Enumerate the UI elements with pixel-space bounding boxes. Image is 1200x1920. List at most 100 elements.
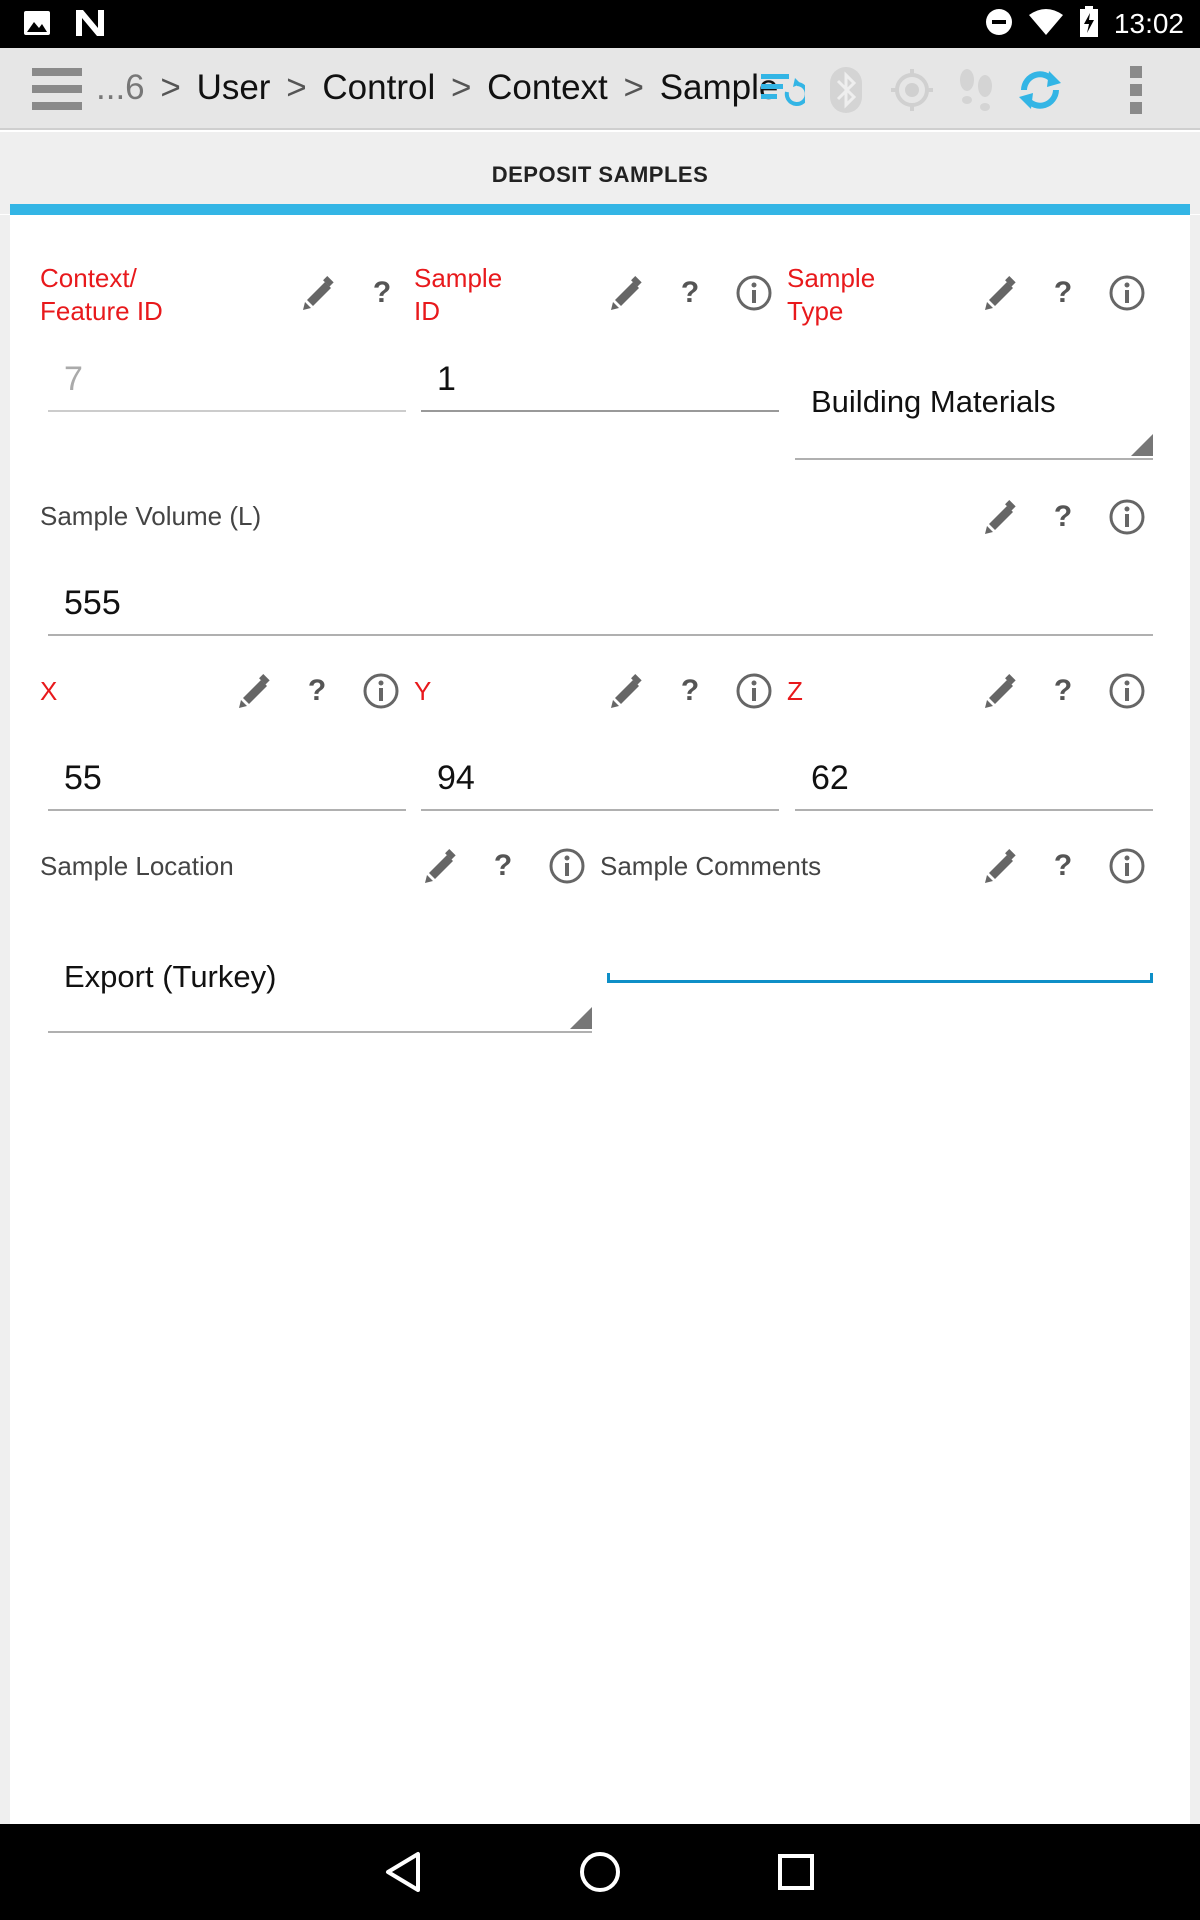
image-notification-icon	[22, 8, 52, 42]
field-underline	[48, 634, 1153, 636]
help-icon[interactable]: ?	[362, 273, 402, 313]
battery-charging-icon	[1078, 6, 1100, 42]
edit-pencil-icon[interactable]	[980, 671, 1020, 711]
sample-id-value: 1	[437, 360, 456, 398]
context-id-label-line1: Context/	[40, 263, 137, 293]
breadcrumb-separator: >	[160, 68, 181, 107]
breadcrumb-ellipsis[interactable]: ...6	[96, 68, 145, 107]
field-underline	[421, 809, 779, 811]
sample-id-label: Sample ID	[414, 262, 502, 328]
field-underline	[48, 410, 406, 412]
sample-id-label-line2: ID	[414, 296, 440, 326]
z-field[interactable]: 62	[795, 755, 1153, 811]
info-icon[interactable]	[734, 273, 774, 313]
field-underline	[48, 809, 406, 811]
info-icon[interactable]	[1107, 846, 1147, 886]
sample-id-field[interactable]: 1	[421, 356, 779, 412]
status-bar: 13:02	[0, 0, 1200, 48]
breadcrumb-separator: >	[286, 68, 307, 107]
footsteps-icon[interactable]	[948, 62, 1004, 118]
breadcrumb-separator: >	[623, 68, 644, 107]
context-id-field[interactable]: 7	[48, 356, 406, 412]
x-field[interactable]: 55	[48, 755, 406, 811]
bluetooth-icon[interactable]	[818, 62, 874, 118]
panel-edge-left	[0, 215, 10, 1825]
menu-icon[interactable]	[32, 68, 82, 110]
sample-comments-label: Sample Comments	[600, 851, 822, 881]
help-icon[interactable]: ?	[1043, 497, 1083, 537]
sample-type-dropdown[interactable]: Building Materials	[795, 380, 1153, 460]
info-icon[interactable]	[1107, 273, 1147, 313]
y-field[interactable]: 94	[421, 755, 779, 811]
clock: 13:02	[1113, 8, 1184, 39]
sample-type-value: Building Materials	[811, 384, 1056, 419]
info-icon[interactable]	[1107, 671, 1147, 711]
help-icon[interactable]: ?	[670, 671, 710, 711]
refresh-icon[interactable]	[1012, 62, 1068, 118]
edit-pencil-icon[interactable]	[980, 273, 1020, 313]
wifi-icon	[1028, 7, 1064, 41]
context-id-value: 7	[64, 360, 83, 398]
info-icon[interactable]	[547, 846, 587, 886]
breadcrumb-control[interactable]: Control	[322, 68, 435, 107]
gps-icon[interactable]	[884, 62, 940, 118]
section-header: DEPOSIT SAMPLES	[0, 132, 1200, 214]
dropdown-arrow-icon	[1131, 434, 1153, 456]
panel-edge-right	[1190, 215, 1200, 1825]
edit-pencil-icon[interactable]	[420, 846, 460, 886]
sample-volume-value: 555	[64, 584, 121, 622]
sample-comments-input[interactable]	[607, 935, 1153, 985]
section-divider	[10, 204, 1190, 215]
section-title: DEPOSIT SAMPLES	[491, 162, 709, 187]
sample-location-label: Sample Location	[40, 851, 234, 881]
edit-pencil-icon[interactable]	[234, 671, 274, 711]
help-icon[interactable]: ?	[483, 846, 523, 886]
info-icon[interactable]	[1107, 497, 1147, 537]
help-icon[interactable]: ?	[670, 273, 710, 313]
dropdown-arrow-icon	[570, 1007, 592, 1029]
edit-pencil-icon[interactable]	[980, 846, 1020, 886]
sample-id-label-line1: Sample	[414, 263, 503, 293]
navigation-bar	[0, 1824, 1200, 1920]
sample-location-dropdown[interactable]: Export (Turkey)	[48, 955, 592, 1033]
sample-type-label: Sample Type	[787, 262, 875, 328]
z-value: 62	[811, 759, 849, 797]
edit-pencil-icon[interactable]	[606, 273, 646, 313]
x-label: X	[40, 676, 58, 706]
help-icon[interactable]: ?	[297, 671, 337, 711]
breadcrumb-user[interactable]: User	[197, 68, 271, 107]
help-icon[interactable]: ?	[1043, 846, 1083, 886]
info-icon[interactable]	[734, 671, 774, 711]
edit-pencil-icon[interactable]	[298, 273, 338, 313]
field-tick-left	[607, 973, 610, 983]
sample-volume-field[interactable]: 555	[48, 580, 1153, 636]
screen: 13:02 ...6 > User > Control > Context > …	[0, 0, 1200, 1920]
do-not-disturb-icon	[984, 7, 1014, 41]
action-bar: ...6 > User > Control > Context > Sample	[0, 48, 1200, 130]
help-icon[interactable]: ?	[1043, 671, 1083, 711]
sync-settings-icon[interactable]	[754, 62, 810, 118]
breadcrumb: ...6 > User > Control > Context > Sample	[96, 68, 778, 108]
info-icon[interactable]	[361, 671, 401, 711]
x-value: 55	[64, 759, 102, 797]
edit-pencil-icon[interactable]	[606, 671, 646, 711]
y-value: 94	[437, 759, 475, 797]
edit-pencil-icon[interactable]	[980, 497, 1020, 537]
breadcrumb-context[interactable]: Context	[487, 68, 608, 107]
context-id-label: Context/ Feature ID	[40, 262, 163, 328]
breadcrumb-separator: >	[450, 68, 472, 107]
home-icon[interactable]	[572, 1844, 628, 1900]
field-underline	[795, 458, 1153, 460]
sample-volume-label: Sample Volume (L)	[40, 501, 262, 531]
y-label: Y	[414, 676, 432, 706]
field-underline	[421, 410, 779, 412]
back-icon[interactable]	[376, 1844, 432, 1900]
recent-apps-icon[interactable]	[768, 1844, 824, 1900]
n-notification-icon	[74, 8, 106, 42]
overflow-menu-icon[interactable]	[1108, 62, 1164, 118]
help-icon[interactable]: ?	[1043, 273, 1083, 313]
sample-type-label-line1: Sample	[787, 263, 876, 293]
sample-type-label-line2: Type	[787, 296, 844, 326]
context-id-label-line2: Feature ID	[40, 296, 163, 326]
field-underline	[795, 809, 1153, 811]
